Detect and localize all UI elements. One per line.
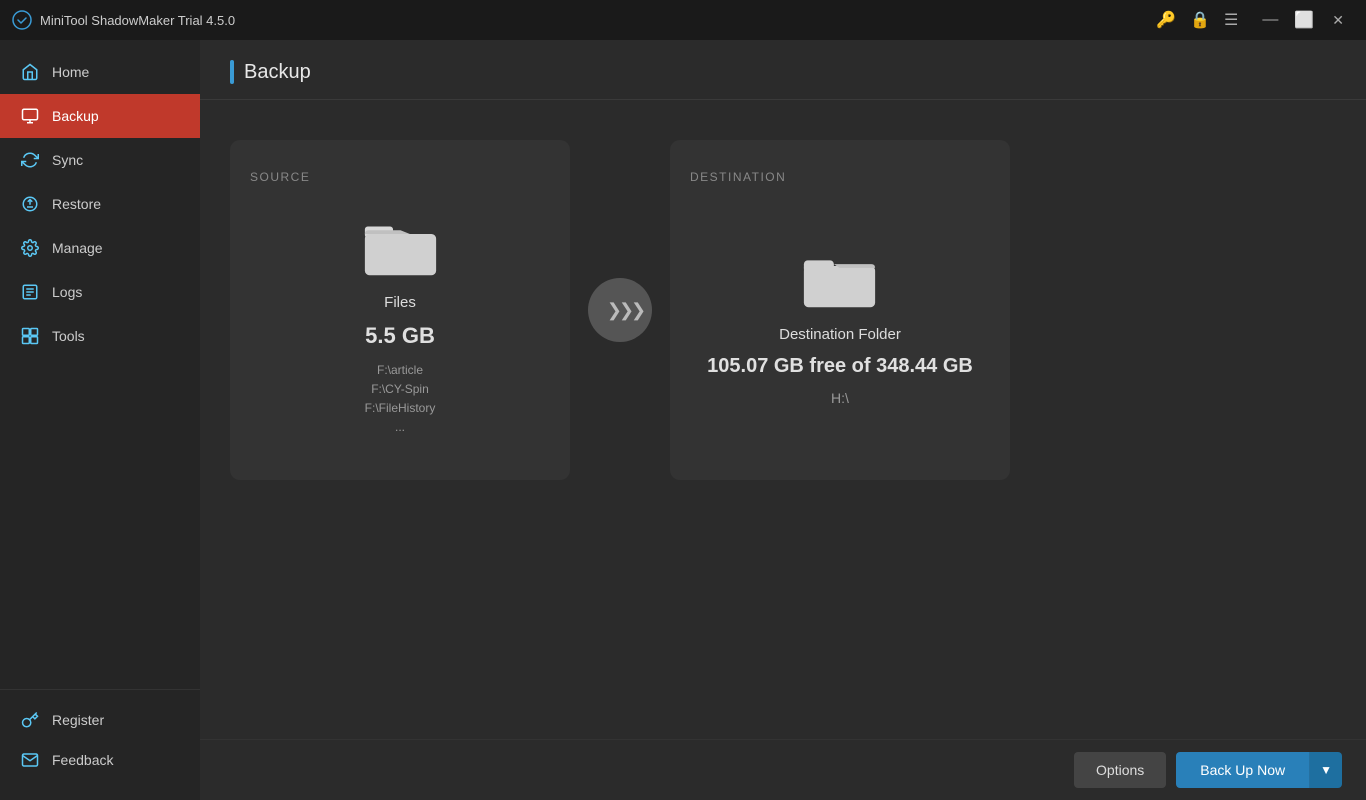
sync-icon	[20, 150, 40, 170]
app-title: MiniTool ShadowMaker Trial 4.5.0	[40, 13, 235, 28]
source-label: SOURCE	[250, 170, 310, 204]
sidebar-item-manage-label: Manage	[52, 240, 103, 256]
minimize-button[interactable]: —	[1254, 7, 1286, 33]
footer: Options Back Up Now ▼	[200, 739, 1366, 800]
source-path-3: F:\FileHistory	[365, 399, 436, 418]
backup-now-dropdown-button[interactable]: ▼	[1309, 752, 1342, 788]
destination-folder-icon	[802, 249, 877, 314]
sidebar-item-home-label: Home	[52, 64, 89, 80]
close-button[interactable]: ✕	[1322, 8, 1354, 33]
restore-icon	[20, 194, 40, 214]
source-card[interactable]: SOURCE Files 5.5 GB	[230, 140, 570, 480]
manage-icon	[20, 238, 40, 258]
sidebar-item-logs-label: Logs	[52, 284, 82, 300]
page-title: Backup	[244, 61, 311, 84]
sidebar-item-home[interactable]: Home	[0, 50, 200, 94]
backup-content: SOURCE Files 5.5 GB	[200, 100, 1366, 739]
sidebar: Home Backup	[0, 40, 200, 800]
sidebar-item-logs[interactable]: Logs	[0, 270, 200, 314]
content-area: Backup SOURCE	[200, 40, 1366, 800]
source-size: 5.5 GB	[365, 323, 435, 349]
sidebar-item-restore[interactable]: Restore	[0, 182, 200, 226]
backup-icon	[20, 106, 40, 126]
sidebar-item-tools-label: Tools	[52, 328, 85, 344]
destination-drive: H:\	[831, 390, 849, 406]
sidebar-item-backup[interactable]: Backup	[0, 94, 200, 138]
tools-icon	[20, 326, 40, 346]
sidebar-nav: Home Backup	[0, 40, 200, 689]
sidebar-item-manage[interactable]: Manage	[0, 226, 200, 270]
title-bar-left: MiniTool ShadowMaker Trial 4.5.0	[12, 10, 235, 30]
register-icon	[20, 710, 40, 730]
destination-card-inner: Destination Folder 105.07 GB free of 348…	[707, 204, 973, 450]
source-folder-icon	[363, 217, 438, 282]
arrow-circle: ❯❯❯	[588, 278, 652, 342]
sidebar-bottom: Register Feedback	[0, 689, 200, 800]
sidebar-item-register-label: Register	[52, 712, 104, 728]
sidebar-item-sync[interactable]: Sync	[0, 138, 200, 182]
destination-free-space: 105.07 GB free of 348.44 GB	[707, 355, 973, 378]
source-file-type: Files	[384, 294, 416, 311]
home-icon	[20, 62, 40, 82]
restore-button[interactable]: ⬜	[1286, 6, 1322, 34]
app-logo-icon	[12, 10, 32, 30]
source-path-1: F:\article	[365, 361, 436, 380]
lock-icon[interactable]: 🔒	[1184, 6, 1216, 34]
sidebar-item-restore-label: Restore	[52, 196, 101, 212]
key-icon[interactable]: 🔑	[1150, 6, 1182, 34]
sidebar-item-feedback-label: Feedback	[52, 752, 113, 768]
destination-folder-label: Destination Folder	[779, 326, 901, 343]
backup-now-button[interactable]: Back Up Now	[1176, 752, 1309, 788]
menu-icon[interactable]: ☰	[1218, 6, 1244, 34]
arrow-between: ❯❯❯	[570, 278, 670, 342]
sidebar-item-backup-label: Backup	[52, 108, 99, 124]
backup-now-dropdown-arrow: ▼	[1320, 763, 1332, 777]
page-header-accent	[230, 60, 234, 84]
feedback-icon	[20, 750, 40, 770]
sidebar-item-feedback[interactable]: Feedback	[0, 740, 200, 780]
destination-label: DESTINATION	[690, 170, 786, 204]
source-paths: F:\article F:\CY-Spin F:\FileHistory ...	[365, 361, 436, 438]
options-button[interactable]: Options	[1074, 752, 1166, 788]
logs-icon	[20, 282, 40, 302]
title-bar-extra-icons: 🔑 🔒 ☰	[1150, 6, 1244, 34]
destination-card[interactable]: DESTINATION Destination Folder 105.07 GB…	[670, 140, 1010, 480]
source-card-inner: Files 5.5 GB F:\article F:\CY-Spin F:\Fi…	[363, 204, 438, 450]
main-layout: Home Backup	[0, 40, 1366, 800]
backup-cards: SOURCE Files 5.5 GB	[230, 140, 1336, 480]
source-path-ellipsis: ...	[365, 418, 436, 437]
title-bar-right: 🔑 🔒 ☰ — ⬜ ✕	[1150, 6, 1354, 34]
sidebar-item-sync-label: Sync	[52, 152, 83, 168]
title-bar: MiniTool ShadowMaker Trial 4.5.0 🔑 🔒 ☰ —…	[0, 0, 1366, 40]
page-header: Backup	[200, 40, 1366, 100]
sidebar-item-tools[interactable]: Tools	[0, 314, 200, 358]
source-path-2: F:\CY-Spin	[365, 380, 436, 399]
backup-now-wrap: Back Up Now ▼	[1176, 752, 1342, 788]
sidebar-item-register[interactable]: Register	[0, 700, 200, 740]
arrow-symbol: ❯❯❯	[603, 300, 643, 321]
